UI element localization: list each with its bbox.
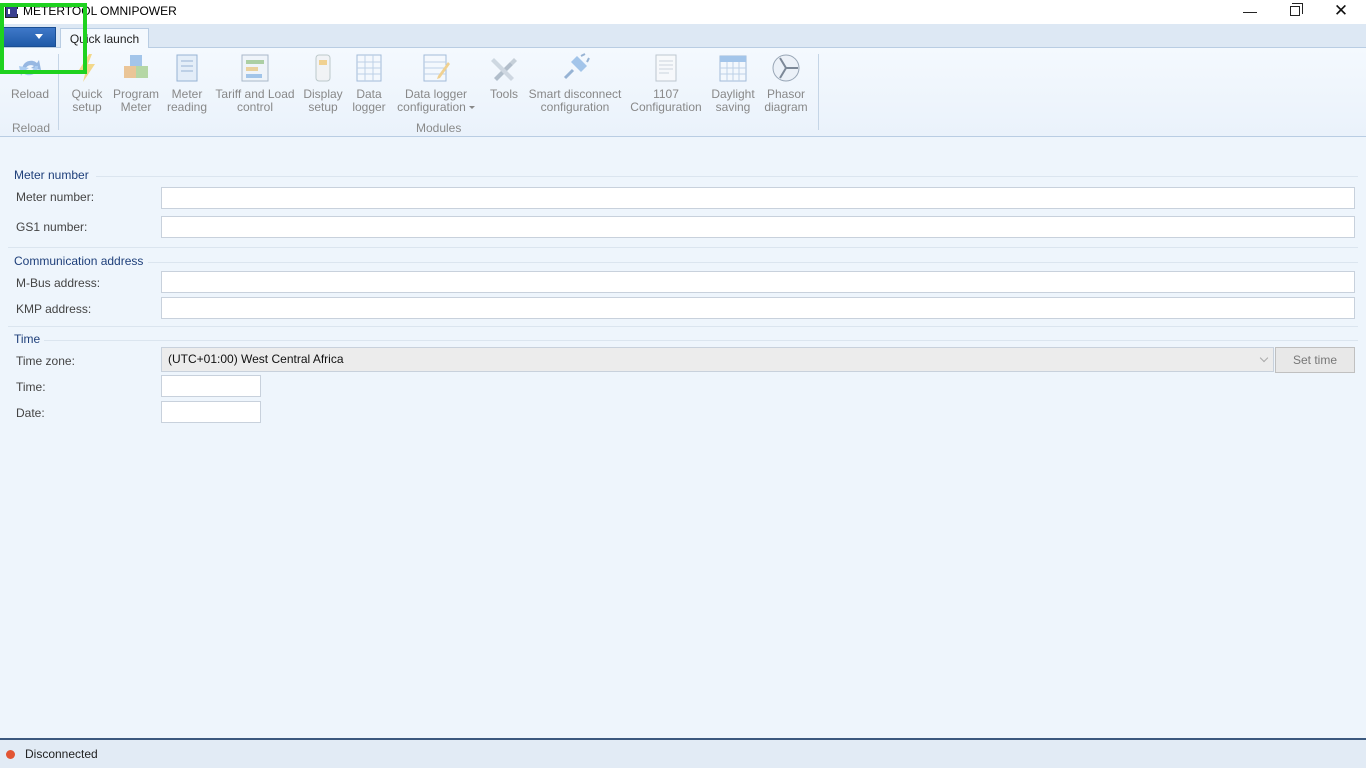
display-setup-button[interactable]: Display setup	[301, 52, 345, 114]
1107-configuration-label: 1107 Configuration	[630, 87, 702, 114]
meter-reading-label: Meter reading	[166, 87, 208, 114]
smart-disconnect-configuration-label: Smart disconnect configuration	[528, 87, 622, 114]
notebook-icon	[171, 52, 203, 84]
meter-number-input[interactable]	[161, 187, 1355, 209]
application-menu-button[interactable]	[0, 27, 56, 47]
chevron-down-icon	[35, 34, 43, 39]
display-setup-label: Display setup	[303, 87, 343, 114]
reload-icon	[14, 52, 46, 84]
m-bus-address-input[interactable]	[161, 271, 1355, 293]
edit-sheet-icon	[420, 52, 452, 84]
phasor-icon	[770, 52, 802, 84]
section-divider	[96, 176, 1358, 177]
meter-reading-button[interactable]: Meter reading	[164, 52, 210, 114]
group-label-modules: Modules	[416, 121, 462, 135]
data-logger-configuration-button[interactable]: Data logger configuration	[394, 52, 478, 114]
reload-label: Reload	[10, 87, 50, 101]
kmp-address-input[interactable]	[161, 297, 1355, 319]
ribbon: Reload Reload Quick setup Program Meter …	[0, 48, 1366, 137]
quick-setup-label: Quick setup	[71, 87, 103, 114]
time-input[interactable]	[161, 375, 261, 397]
daylight-saving-button[interactable]: Daylight saving	[708, 52, 758, 114]
ribbon-tab-row: Quick launch	[0, 24, 1366, 49]
title-bar: METERTOOL OMNIPOWER — ✕	[0, 0, 1366, 24]
tab-quick-launch[interactable]: Quick launch	[60, 28, 149, 49]
connection-status-icon	[6, 750, 15, 759]
section-divider	[8, 247, 1358, 248]
section-title-meter-number: Meter number	[14, 168, 89, 182]
app-logo-icon	[5, 5, 19, 18]
group-separator	[58, 54, 59, 130]
phasor-diagram-button[interactable]: Phasor diagram	[762, 52, 810, 114]
tools-label: Tools	[489, 87, 518, 101]
program-meter-button[interactable]: Program Meter	[111, 52, 161, 114]
section-title-time: Time	[14, 332, 41, 346]
close-button[interactable]: ✕	[1318, 0, 1364, 24]
lightning-icon	[71, 52, 103, 84]
phasor-diagram-label: Phasor diagram	[764, 87, 808, 114]
connection-status-text: Disconnected	[25, 747, 98, 761]
section-title-communication-address: Communication address	[14, 254, 144, 268]
tools-button[interactable]: Tools	[484, 52, 524, 101]
meter-number-label: Meter number:	[16, 190, 95, 204]
window-title: METERTOOL OMNIPOWER	[23, 4, 177, 18]
group-label-reload: Reload	[12, 121, 51, 135]
plug-icon	[559, 52, 591, 84]
tools-icon	[488, 52, 520, 84]
set-time-button[interactable]: Set time	[1275, 347, 1355, 373]
quick-setup-button[interactable]: Quick setup	[66, 52, 108, 114]
date-input[interactable]	[161, 401, 261, 423]
minimize-button[interactable]: —	[1227, 0, 1273, 24]
meter-device-icon	[307, 52, 339, 84]
calendar-icon	[717, 52, 749, 84]
section-divider	[148, 262, 1358, 263]
gs1-number-input[interactable]	[161, 216, 1355, 238]
main-content: Meter number Meter number: GS1 number: C…	[0, 138, 1366, 738]
time-zone-label: Time zone:	[16, 354, 75, 368]
tariff-load-control-button[interactable]: Tariff and Load control	[213, 52, 297, 114]
grid-sheet-icon	[353, 52, 385, 84]
maximize-button[interactable]	[1272, 0, 1318, 24]
1107-configuration-button[interactable]: 1107 Configuration	[627, 52, 705, 114]
restore-icon	[1290, 3, 1303, 16]
kmp-address-label: KMP address:	[16, 302, 92, 316]
m-bus-address-label: M-Bus address:	[16, 276, 101, 290]
reload-button[interactable]: Reload	[8, 52, 52, 101]
time-label: Time:	[16, 380, 46, 394]
data-logger-button[interactable]: Data logger	[349, 52, 389, 114]
chevron-down-icon	[1259, 353, 1269, 363]
tariff-load-control-label: Tariff and Load control	[215, 87, 295, 114]
time-zone-select[interactable]: (UTC+01:00) West Central Africa	[161, 347, 1274, 372]
status-bar: Disconnected	[0, 738, 1366, 768]
time-zone-value: (UTC+01:00) West Central Africa	[168, 352, 344, 366]
document-icon	[650, 52, 682, 84]
section-divider	[8, 326, 1358, 327]
daylight-saving-label: Daylight saving	[711, 87, 755, 114]
section-divider	[44, 340, 1358, 341]
data-logger-configuration-label: Data logger configuration	[394, 88, 478, 114]
date-label: Date:	[16, 406, 45, 420]
group-separator	[818, 54, 819, 130]
program-meter-label: Program Meter	[112, 87, 159, 114]
tariff-icon	[239, 52, 271, 84]
smart-disconnect-configuration-button[interactable]: Smart disconnect configuration	[527, 52, 623, 114]
data-logger-label: Data logger	[352, 87, 386, 114]
boxes-icon	[120, 52, 152, 84]
dropdown-arrow-icon	[468, 106, 475, 110]
gs1-number-label: GS1 number:	[16, 220, 88, 234]
